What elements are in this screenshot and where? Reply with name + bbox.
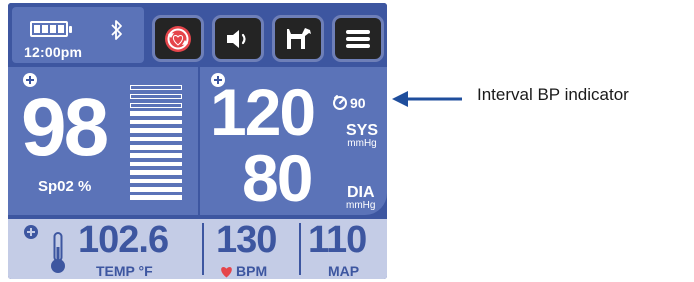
- signal-bar-segment: [130, 128, 182, 133]
- signal-bar-segment: [130, 102, 182, 108]
- monitor-screen: 12:00pm 98 Sp02 % 120 90 SYS mmHg 80 DIA…: [8, 3, 387, 279]
- nibp-start-button[interactable]: [152, 15, 204, 62]
- dia-unit: DIA mmHg: [346, 185, 375, 211]
- plus-icon[interactable]: [24, 225, 38, 239]
- bluetooth-icon: [111, 20, 122, 40]
- map-label: MAP: [328, 263, 360, 279]
- status-box: 12:00pm: [12, 7, 144, 63]
- battery-full-icon: [30, 21, 72, 37]
- spo2-value: 98: [21, 82, 109, 173]
- heart-cycle-icon: [165, 25, 191, 52]
- dog-icon: [287, 27, 311, 49]
- signal-bar-segment: [130, 136, 182, 142]
- signal-strength-bars: [130, 85, 182, 204]
- signal-bar-segment: [130, 144, 182, 150]
- interval-timer-icon: [333, 95, 347, 110]
- heart-rate-label: BPM: [236, 263, 268, 279]
- signal-bar-segment: [130, 178, 182, 184]
- menu-button[interactable]: [332, 15, 384, 62]
- top-bar: 12:00pm: [8, 3, 387, 67]
- patient-type-button[interactable]: [272, 15, 324, 62]
- map-value[interactable]: 110: [308, 221, 367, 259]
- callout-arrow: [392, 91, 462, 107]
- bottom-strip: 102.6 TEMP °F 130 BPM 110 MAP: [8, 219, 387, 279]
- bp-panel[interactable]: 120 90 SYS mmHg 80 DIA mmHg: [198, 67, 387, 215]
- dia-label: DIA: [346, 184, 375, 201]
- interval-bp-indicator: 90: [350, 95, 366, 111]
- volume-button[interactable]: [212, 15, 264, 62]
- hamburger-menu-icon: [346, 29, 370, 48]
- sys-unit-label: mmHg: [347, 138, 377, 149]
- diastolic-value: 80: [242, 141, 313, 215]
- signal-bar-segment: [130, 85, 182, 90]
- signal-bar-segment: [130, 161, 182, 167]
- spo2-panel[interactable]: 98 Sp02 %: [8, 67, 198, 215]
- heart-rate-value[interactable]: 130: [216, 221, 277, 259]
- sys-label: SYS: [346, 122, 379, 139]
- clock-time: 12:00pm: [24, 44, 83, 60]
- callout-label: Interval BP indicator: [477, 85, 629, 104]
- temperature-value[interactable]: 102.6: [78, 221, 169, 259]
- signal-bar-segment: [130, 153, 182, 158]
- temperature-label: TEMP °F: [96, 263, 153, 279]
- signal-bar-segment: [130, 111, 182, 116]
- signal-bar-segment: [130, 170, 182, 175]
- thermometer-icon: [51, 232, 65, 273]
- signal-bar-segment: [130, 93, 182, 99]
- signal-bar-segment: [130, 186, 182, 192]
- spo2-label: Sp02 %: [38, 178, 92, 195]
- sys-unit: SYS mmHg: [346, 123, 378, 149]
- speaker-icon: [227, 29, 246, 48]
- divider: [202, 223, 204, 275]
- signal-bar-segment: [130, 195, 182, 200]
- divider: [299, 223, 301, 275]
- heart-icon: [221, 267, 232, 278]
- systolic-value: 120: [210, 75, 316, 149]
- dia-unit-label: mmHg: [346, 200, 376, 211]
- signal-bar-segment: [130, 119, 182, 125]
